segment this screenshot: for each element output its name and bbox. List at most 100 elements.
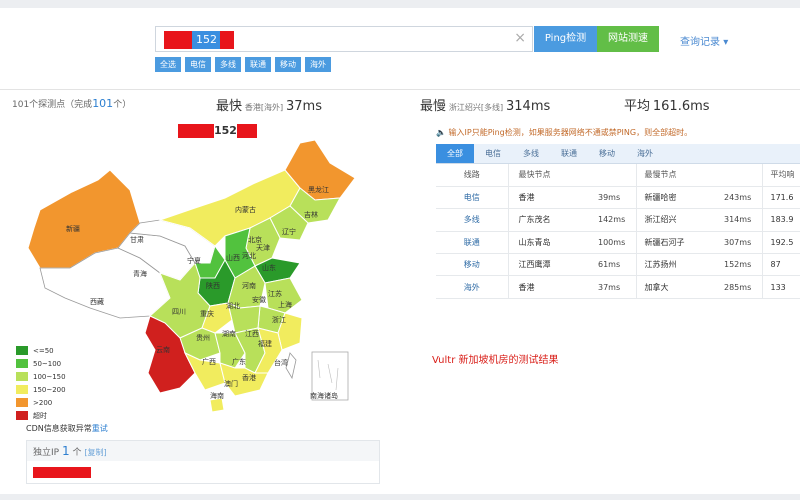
legend-item: 50~100 (16, 357, 66, 370)
svg-text:河北: 河北 (242, 252, 256, 260)
tab-all[interactable]: 全部 (436, 144, 474, 163)
history-dropdown[interactable]: 查询记录 ▾ (680, 33, 728, 48)
stats-row: 101个探测点（完成101个） 最快 香港[海外] 37ms 最慢 浙江绍兴[多… (0, 90, 800, 115)
svg-text:新疆: 新疆 (66, 224, 80, 233)
legend-swatch (16, 372, 28, 381)
ip-selected-text: 152 (192, 31, 221, 49)
tab-overseas[interactable]: 海外 (626, 144, 664, 163)
result-tabs: 全部 电信 多线 联通 移动 海外 (436, 144, 800, 164)
svg-text:山东: 山东 (262, 263, 276, 272)
tab-mobile[interactable]: 移动 (588, 144, 626, 163)
tab-telecom[interactable]: 电信 (474, 144, 512, 163)
filter-telecom[interactable]: 电信 (185, 57, 211, 72)
legend-item: 150~200 (16, 383, 66, 396)
svg-text:西藏: 西藏 (90, 297, 104, 306)
legend-swatch (16, 385, 28, 394)
svg-text:北京: 北京 (248, 235, 262, 244)
svg-text:澳门: 澳门 (224, 379, 238, 388)
legend-swatch (16, 359, 28, 368)
top-strip (0, 0, 800, 8)
svg-text:香港: 香港 (242, 373, 256, 382)
retry-link[interactable]: 重试 (92, 424, 108, 433)
svg-text:海南: 海南 (210, 391, 224, 400)
clear-icon[interactable]: × (514, 30, 526, 46)
copy-link[interactable]: [复制] (84, 448, 106, 457)
tab-unicom[interactable]: 联通 (550, 144, 588, 163)
legend-item: <=50 (16, 344, 66, 357)
redacted-ip (33, 467, 91, 478)
redacted-ip-part (220, 31, 234, 49)
legend-swatch (16, 346, 28, 355)
ping-legend: <=50 50~100 100~150 150~200 >200 超时 (16, 344, 66, 422)
slowest-stat: 最慢 浙江绍兴[多线] 314ms (420, 99, 551, 114)
average-stat: 平均 161.6ms (624, 99, 710, 114)
svg-text:吉林: 吉林 (304, 210, 318, 219)
svg-text:内蒙古: 内蒙古 (235, 205, 256, 214)
filter-mobile[interactable]: 移动 (275, 57, 301, 72)
speed-test-button[interactable]: 网站测速 (597, 26, 659, 52)
header-slowest: 最慢节点 (635, 164, 762, 187)
table-row: 电信 香港 39ms 新疆哈密 243ms 171.6 (436, 186, 800, 210)
svg-text:广西: 广西 (202, 357, 216, 366)
redacted-ip-part (164, 31, 192, 49)
legend-swatch (16, 398, 28, 407)
svg-text:上海: 上海 (278, 300, 292, 309)
svg-text:辽宁: 辽宁 (282, 227, 296, 236)
unique-ip-panel: 独立IP 1 个 [复制] (26, 440, 380, 484)
line-filters: 全选 电信 多线 联通 移动 海外 (155, 57, 331, 72)
china-ping-map: 新疆 西藏 青海 甘肃 内蒙古 黑龙江 吉林 辽宁 北京 天津 河北 山西 宁夏… (27, 139, 356, 413)
table-row: 海外 香港 37ms 加拿大 285ms 133 (436, 275, 800, 299)
svg-text:陕西: 陕西 (206, 281, 220, 290)
table-row: 联通 山东青岛 100ms 新疆石河子 307ms 192.5 (436, 231, 800, 255)
chevron-down-icon: ▾ (723, 37, 729, 48)
svg-text:台湾: 台湾 (274, 358, 288, 367)
svg-text:江西: 江西 (245, 330, 259, 338)
speaker-icon: 🔈 (436, 128, 446, 137)
ip-input[interactable]: 152 × (155, 26, 533, 52)
svg-text:湖北: 湖北 (226, 301, 240, 310)
unique-ip-header: 独立IP 1 个 [复制] (27, 441, 379, 461)
filter-multiline[interactable]: 多线 (215, 57, 241, 72)
svg-text:河南: 河南 (242, 281, 256, 290)
legend-item: 100~150 (16, 370, 66, 383)
svg-text:重庆: 重庆 (200, 309, 214, 318)
svg-text:四川: 四川 (172, 308, 186, 316)
table-header-row: 线路 最快节点 最慢节点 平均响 (436, 164, 800, 187)
svg-text:贵州: 贵州 (196, 333, 210, 342)
legend-item: 超时 (16, 409, 66, 422)
header-fastest: 最快节点 (507, 164, 636, 187)
svg-text:山西: 山西 (226, 253, 240, 262)
svg-text:云南: 云南 (156, 345, 170, 354)
svg-text:黑龙江: 黑龙江 (308, 185, 329, 194)
svg-text:湖南: 湖南 (222, 329, 236, 338)
svg-text:安徽: 安徽 (252, 295, 266, 304)
probe-count: 101个探测点（完成101个） (12, 97, 132, 110)
filter-unicom[interactable]: 联通 (245, 57, 271, 72)
svg-text:天津: 天津 (256, 244, 270, 252)
table-row: 移动 江西鹰潭 61ms 江苏扬州 152ms 87 (436, 253, 800, 277)
history-label: 查询记录 (680, 37, 720, 48)
bottom-strip (0, 494, 800, 500)
table-row: 多线 广东茂名 142ms 浙江绍兴 314ms 183.9 (436, 208, 800, 232)
search-area: 152 × Ping检测 网站测速 查询记录 ▾ 全选 电信 多线 联通 移动 … (0, 8, 800, 90)
svg-text:福建: 福建 (258, 339, 272, 348)
legend-item: >200 (16, 396, 66, 409)
notice-text: 🔈 输入IP只能Ping检测，如果服务器网络不通或禁PING，则全部超时。 (436, 128, 693, 137)
header-line: 线路 (436, 164, 508, 187)
svg-text:浙江: 浙江 (272, 315, 286, 324)
province-hainan[interactable] (209, 397, 225, 413)
svg-text:青海: 青海 (133, 269, 147, 278)
filter-overseas[interactable]: 海外 (305, 57, 331, 72)
fastest-stat: 最快 香港[海外] 37ms (216, 99, 322, 114)
cdn-status: CDN信息获取异常重试 (26, 424, 108, 433)
result-caption: Vultr 新加坡机房的测试结果 (432, 355, 559, 366)
filter-all[interactable]: 全选 (155, 57, 181, 72)
legend-swatch (16, 411, 28, 420)
header-average: 平均响 (761, 164, 800, 187)
svg-text:江苏: 江苏 (268, 289, 282, 298)
ping-button[interactable]: Ping检测 (534, 26, 597, 52)
result-table: 线路 最快节点 最慢节点 平均响 电信 香港 39ms 新疆哈密 243ms 1… (436, 164, 800, 299)
svg-text:广东: 广东 (232, 357, 246, 366)
svg-text:宁夏: 宁夏 (187, 256, 201, 265)
tab-multiline[interactable]: 多线 (512, 144, 550, 163)
